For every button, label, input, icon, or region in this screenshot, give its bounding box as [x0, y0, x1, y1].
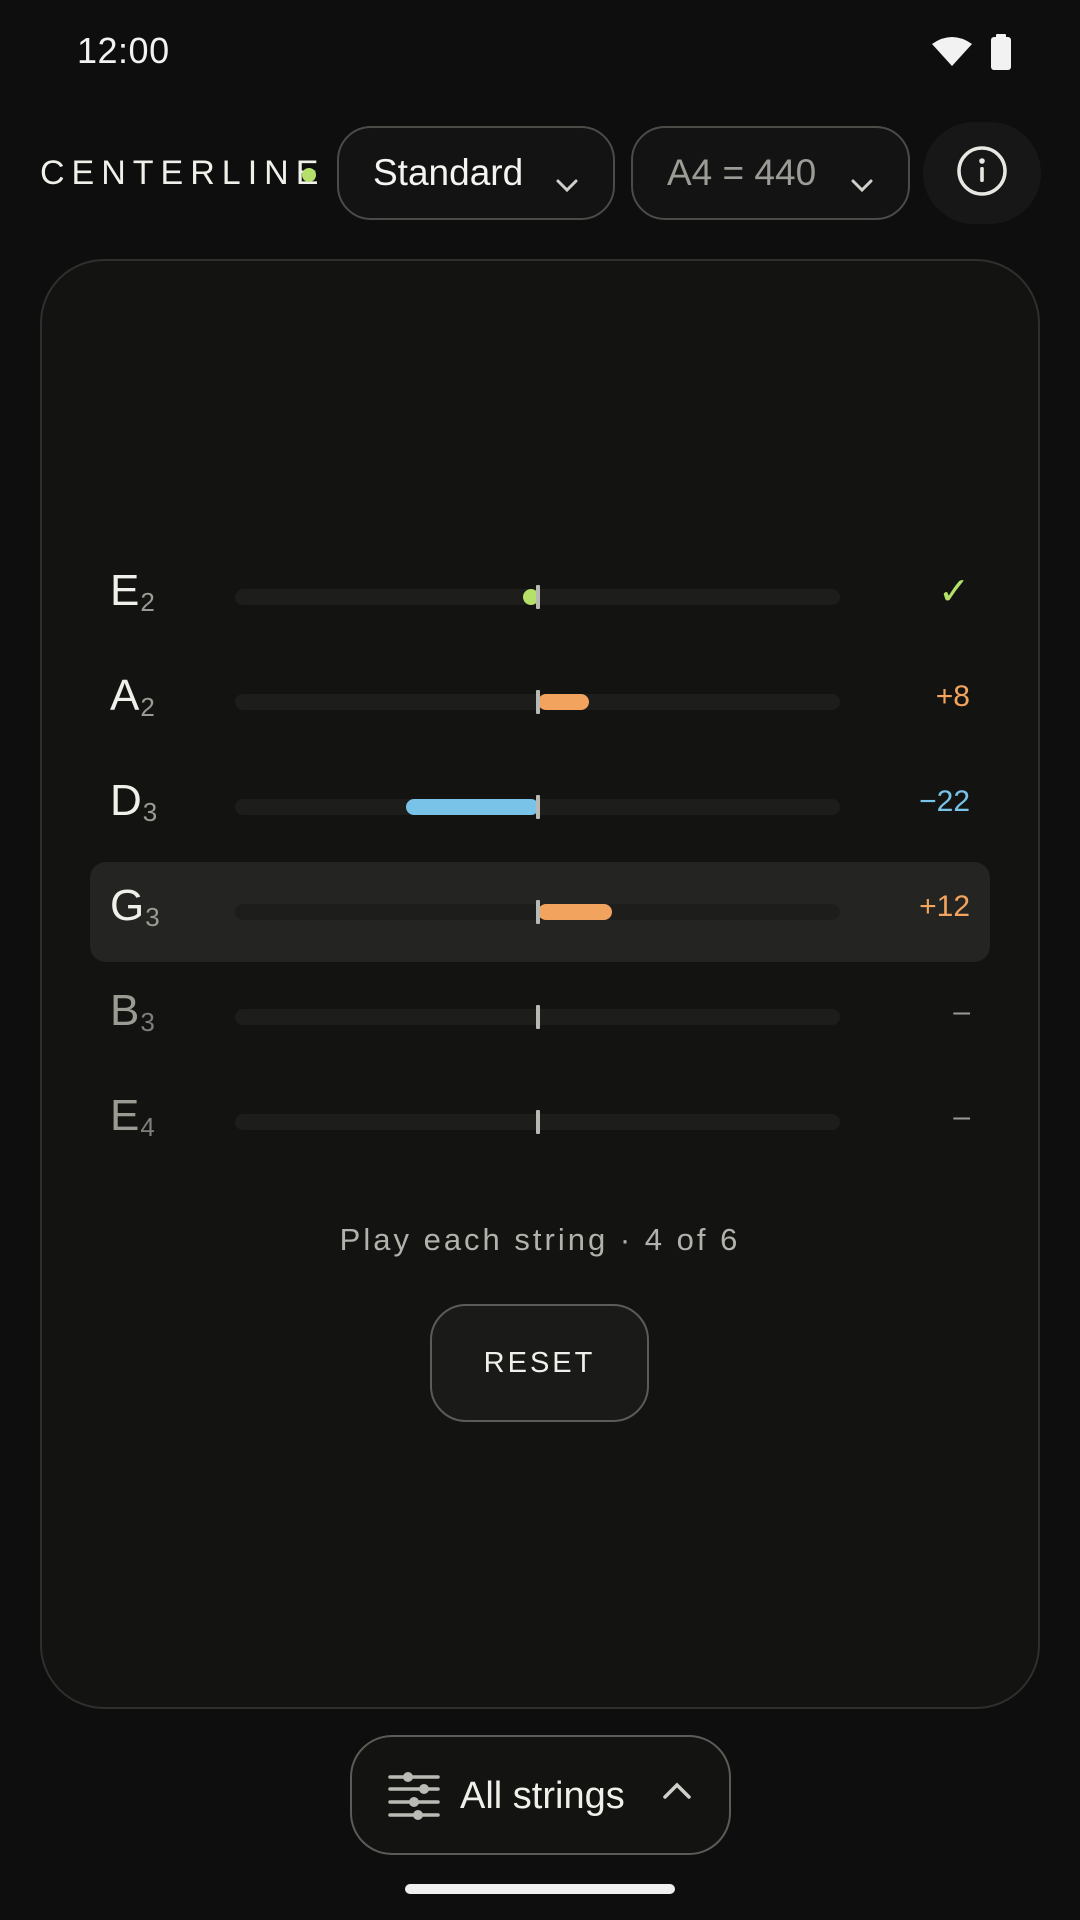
cents-meter: [235, 795, 840, 819]
tuning-select[interactable]: Standard: [337, 126, 615, 220]
cents-readout: –: [953, 1100, 970, 1133]
center-tick: [536, 690, 540, 714]
note-label: G3: [110, 881, 160, 932]
cents-readout: +12: [919, 890, 970, 923]
string-row-e4[interactable]: E4 –: [90, 1072, 990, 1172]
string-row-g3[interactable]: G3 +12: [90, 862, 990, 962]
string-row-a2[interactable]: A2 +8: [90, 652, 990, 752]
cents-meter: [235, 1005, 840, 1029]
brand-name: CENTERLINE: [40, 154, 326, 192]
progress-prompt: Play each string · 4 of 6: [339, 1222, 741, 1257]
info-icon: [955, 144, 1009, 203]
center-tick: [536, 795, 540, 819]
status-time: 12:00: [77, 30, 170, 71]
info-button[interactable]: [923, 122, 1041, 224]
note-label: E2: [110, 566, 155, 617]
flat-deviation-bar: [406, 799, 539, 815]
string-filter-button[interactable]: All strings: [350, 1735, 731, 1855]
cents-meter: [235, 585, 840, 609]
reference-pitch-label: A4 = 440: [667, 152, 817, 193]
sharp-deviation-bar: [538, 694, 589, 710]
tuning-select-label: Standard: [373, 152, 524, 193]
cents-meter: [235, 1110, 840, 1134]
home-indicator[interactable]: [405, 1884, 675, 1894]
status-bar: 12:00: [0, 0, 1080, 110]
header: CENTERLINE Standard A4 = 440: [0, 122, 1080, 224]
wifi-icon: [932, 36, 972, 73]
reset-button[interactable]: RESET: [430, 1304, 649, 1422]
cents-meter: [235, 900, 840, 924]
center-tick: [536, 1005, 540, 1029]
status-dot-icon: [302, 168, 316, 182]
cents-readout: +8: [935, 680, 970, 713]
center-tick: [536, 585, 540, 609]
note-label: D3: [110, 776, 158, 827]
note-label: A2: [110, 671, 155, 722]
chevron-down-icon: [850, 161, 874, 203]
string-filter-label: All strings: [460, 1775, 625, 1817]
in-tune-check-icon: ✓: [938, 571, 970, 613]
cents-readout: –: [953, 995, 970, 1028]
reference-pitch-select[interactable]: A4 = 440: [631, 126, 910, 220]
sharp-deviation-bar: [538, 904, 612, 920]
note-label: E4: [110, 1091, 155, 1142]
cents-meter: [235, 690, 840, 714]
sliders-icon: [388, 1771, 440, 1826]
battery-icon: [990, 34, 1012, 75]
string-row-b3[interactable]: B3 –: [90, 967, 990, 1067]
note-label: B3: [110, 986, 155, 1037]
center-tick: [536, 1110, 540, 1134]
chevron-down-icon: [555, 161, 579, 203]
status-icons: [932, 34, 1012, 75]
tuner-screen: 12:00 CENTERLINE Standard A4 = 440 E2 ✓ …: [0, 0, 1080, 1920]
center-tick: [536, 900, 540, 924]
string-row-e2[interactable]: E2 ✓: [90, 547, 990, 647]
chevron-up-icon: [662, 1781, 692, 1806]
string-row-d3[interactable]: D3 −22: [90, 757, 990, 857]
cents-readout: −22: [919, 785, 970, 818]
